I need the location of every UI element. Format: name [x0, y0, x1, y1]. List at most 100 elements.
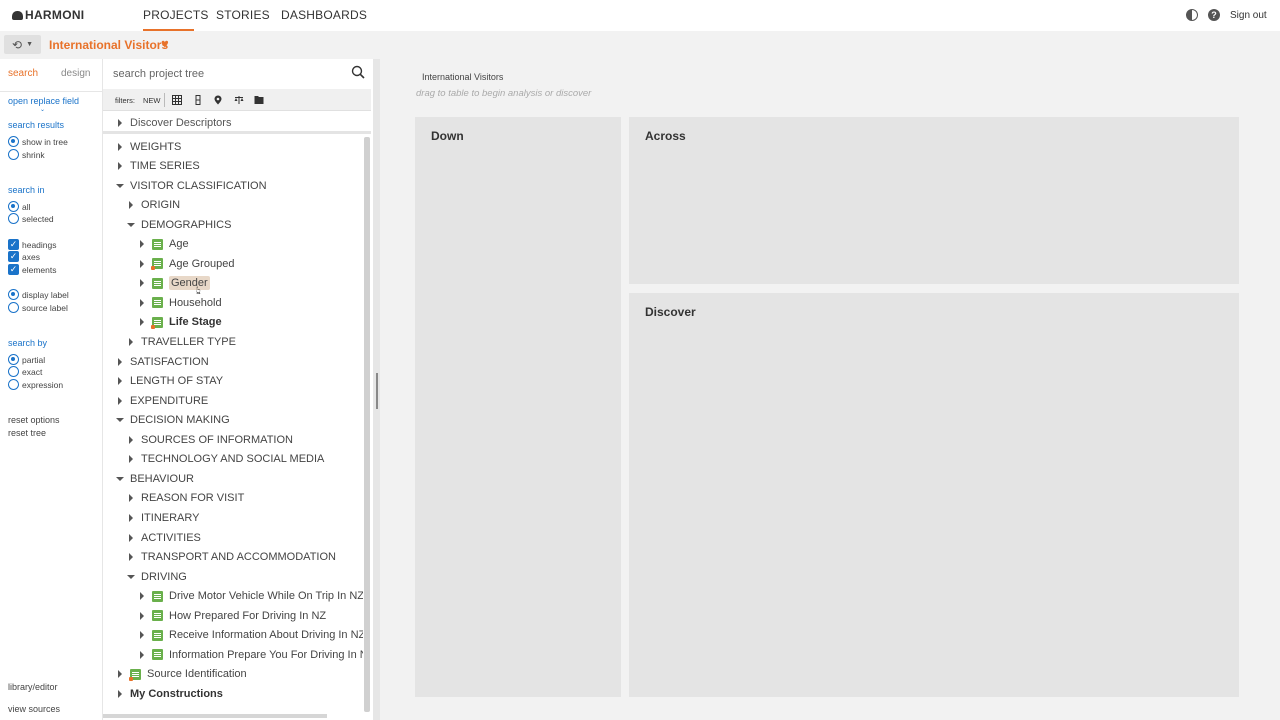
tree-item[interactable]: Information Prepare You For Driving In N… — [137, 645, 363, 664]
discover-descriptors-row[interactable]: Discover Descriptors — [103, 112, 371, 134]
tree-item[interactable]: Household — [137, 293, 222, 312]
check-icon[interactable]: ✓ — [8, 239, 19, 250]
check-icon[interactable]: ✓ — [8, 251, 19, 262]
radio[interactable] — [8, 379, 19, 390]
radio-selected[interactable] — [8, 354, 19, 365]
expand-arrow-icon[interactable] — [115, 669, 125, 679]
tree-item[interactable]: Life Stage — [137, 313, 222, 332]
option-source-label[interactable]: source label — [8, 302, 68, 313]
weight-scale-icon[interactable] — [234, 95, 244, 105]
tree-item[interactable]: DEMOGRAPHICS — [126, 215, 231, 234]
radio[interactable] — [8, 213, 19, 224]
option-selected[interactable]: selected — [8, 213, 54, 224]
column-icon[interactable] — [193, 95, 203, 105]
option-expression[interactable]: expression — [8, 379, 63, 390]
expand-arrow-icon[interactable] — [137, 239, 147, 249]
expand-arrow-icon[interactable] — [126, 454, 136, 464]
reset-options-link[interactable]: reset options — [8, 415, 60, 425]
map-pin-icon[interactable] — [213, 95, 223, 105]
tree-item[interactable]: Age — [137, 235, 189, 254]
tree-item[interactable]: TRANSPORT AND ACCOMMODATION — [126, 548, 336, 567]
favorite-heart-icon[interactable]: ♥ — [161, 36, 169, 51]
expand-arrow-icon[interactable] — [115, 142, 125, 152]
tree-item[interactable]: TIME SERIES — [115, 157, 200, 176]
option-show-in-tree[interactable]: show in tree — [8, 136, 68, 147]
nav-tab-stories[interactable]: STORIES — [216, 8, 270, 22]
check-icon[interactable]: ✓ — [8, 264, 19, 275]
expand-arrow-icon[interactable] — [126, 337, 136, 347]
expand-arrow-icon[interactable] — [126, 552, 136, 562]
collapse-arrow-icon[interactable] — [115, 474, 125, 484]
radio-selected[interactable] — [8, 201, 19, 212]
expand-arrow-icon[interactable] — [137, 278, 147, 288]
tree-item[interactable]: EXPENDITURE — [115, 391, 208, 410]
option-exact[interactable]: exact — [8, 366, 42, 377]
option-shrink[interactable]: shrink — [8, 149, 45, 160]
tree-item[interactable]: ITINERARY — [126, 508, 199, 527]
tree-item[interactable]: VISITOR CLASSIFICATION — [115, 176, 267, 195]
view-sources-link[interactable]: view sources — [8, 704, 60, 714]
radio[interactable] — [8, 302, 19, 313]
tree-item[interactable]: SOURCES OF INFORMATION — [126, 430, 293, 449]
expand-arrow-icon[interactable] — [137, 650, 147, 660]
history-button[interactable]: ⟲ ▼ — [4, 35, 41, 54]
expand-arrow-icon[interactable] — [137, 298, 147, 308]
tree-item[interactable]: WEIGHTS — [115, 137, 181, 156]
filter-new-button[interactable]: NEW — [143, 96, 161, 105]
expand-arrow-icon[interactable] — [126, 533, 136, 543]
sign-out-link[interactable]: Sign out — [1230, 10, 1267, 21]
tree-item[interactable]: TRAVELLER TYPE — [126, 333, 236, 352]
expand-arrow-icon[interactable] — [115, 689, 125, 699]
checkbox-axes[interactable]: ✓ axes — [8, 251, 40, 262]
tree-item[interactable]: LENGTH OF STAY — [115, 372, 223, 391]
tree-item[interactable]: BEHAVIOUR — [115, 469, 194, 488]
expand-arrow-icon[interactable] — [115, 396, 125, 406]
option-partial[interactable]: partial — [8, 354, 45, 365]
tree-item[interactable]: TECHNOLOGY AND SOCIAL MEDIA — [126, 450, 324, 469]
option-display-label[interactable]: display label — [8, 289, 69, 300]
tree-horizontal-scrollbar[interactable] — [103, 714, 327, 718]
discover-drop-zone[interactable]: Discover — [629, 293, 1239, 697]
tree-item[interactable]: DRIVING — [126, 567, 187, 586]
expand-arrow-icon[interactable] — [137, 611, 147, 621]
search-input[interactable] — [113, 64, 338, 84]
open-replace-field-link[interactable]: open replace field — [8, 96, 79, 106]
expand-arrow-icon[interactable] — [126, 493, 136, 503]
radio-selected[interactable] — [8, 289, 19, 300]
tab-search[interactable]: search — [8, 68, 38, 79]
reset-tree-link[interactable]: reset tree — [8, 428, 46, 438]
expand-arrow-icon[interactable] — [115, 118, 125, 128]
expand-arrow-icon[interactable] — [126, 200, 136, 210]
radio[interactable] — [8, 149, 19, 160]
tree-item[interactable]: ACTIVITIES — [126, 528, 201, 547]
grid-icon[interactable] — [172, 95, 182, 105]
tree-item[interactable]: My Constructions — [115, 684, 223, 703]
folder-icon[interactable] — [254, 95, 264, 105]
tree-item[interactable]: SATISFACTION — [115, 352, 209, 371]
splitter-grip-icon[interactable] — [376, 373, 378, 409]
nav-tab-projects[interactable]: PROJECTS — [143, 8, 209, 22]
expand-arrow-icon[interactable] — [115, 161, 125, 171]
expand-arrow-icon[interactable] — [137, 591, 147, 601]
expand-arrow-icon[interactable] — [137, 317, 147, 327]
down-drop-zone[interactable]: Down — [415, 117, 621, 697]
radio[interactable] — [8, 366, 19, 377]
tree-item[interactable]: ORIGIN — [126, 196, 180, 215]
radio-selected[interactable] — [8, 136, 19, 147]
tree-list[interactable]: WEIGHTS TIME SERIES VISITOR CLASSIFICATION… — [103, 137, 363, 712]
expand-arrow-icon[interactable] — [137, 630, 147, 640]
search-icon[interactable] — [351, 65, 365, 79]
across-drop-zone[interactable]: Across — [629, 117, 1239, 284]
tree-item[interactable]: Receive Information About Driving In NZ — [137, 626, 363, 645]
expand-arrow-icon[interactable] — [137, 259, 147, 269]
checkbox-elements[interactable]: ✓ elements — [8, 264, 57, 275]
tree-item[interactable]: Source Identification — [115, 665, 247, 684]
checkbox-headings[interactable]: ✓ headings — [8, 239, 57, 250]
expand-arrow-icon[interactable] — [126, 513, 136, 523]
library-editor-link[interactable]: library/editor — [8, 682, 58, 692]
collapse-arrow-icon[interactable] — [126, 572, 136, 582]
tree-vertical-scrollbar[interactable] — [364, 137, 370, 712]
help-icon[interactable]: ? — [1208, 9, 1220, 21]
contrast-icon[interactable] — [1186, 9, 1198, 21]
expand-arrow-icon[interactable] — [126, 435, 136, 445]
